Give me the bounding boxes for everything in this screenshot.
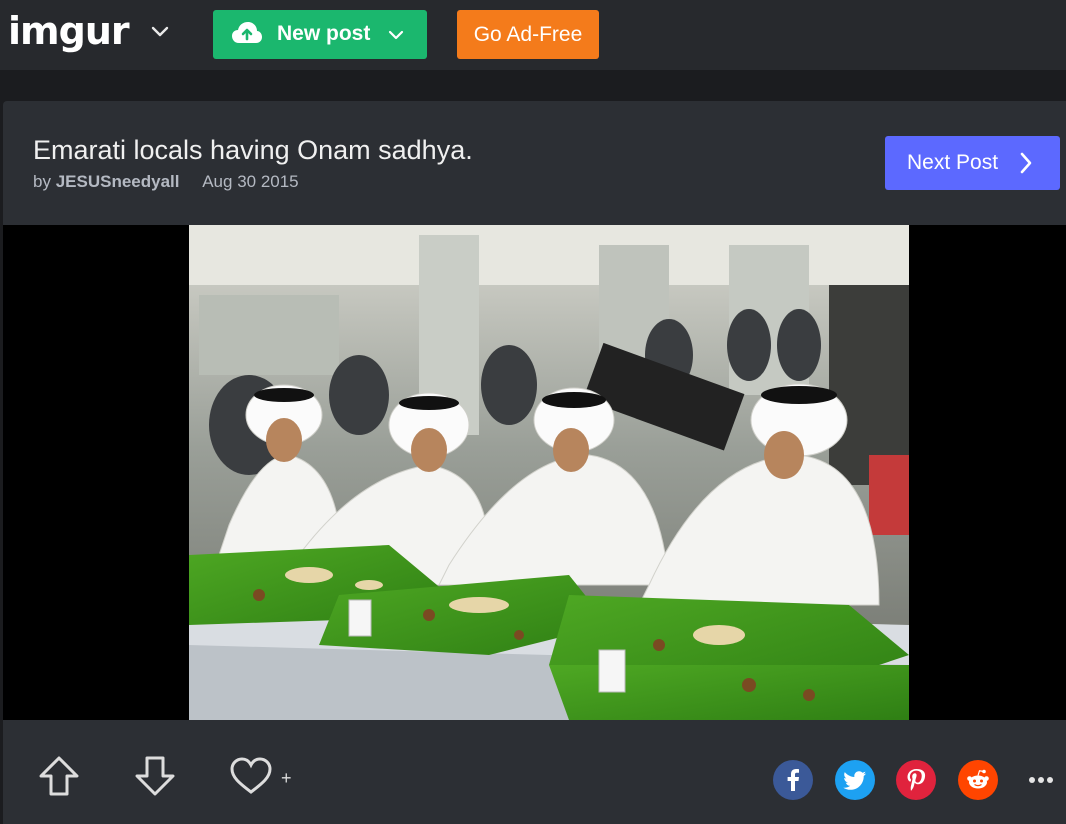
ad-free-label: Go Ad-Free	[473, 22, 583, 46]
pinterest-icon	[907, 769, 926, 791]
next-post-button[interactable]: Next Post	[885, 136, 1060, 190]
upvote-arrow-up-icon[interactable]	[37, 754, 81, 798]
top-bar: imgur New post Go Ad-Free	[0, 0, 1066, 70]
post-date: Aug 30 2015	[202, 172, 299, 191]
chevron-right-icon	[1020, 152, 1032, 174]
media-area	[3, 225, 1066, 720]
favorite-heart-icon[interactable]	[229, 757, 273, 795]
cloud-upload-icon	[232, 22, 262, 43]
imgur-logo[interactable]: imgur	[8, 6, 130, 56]
post-title: Emarati locals having Onam sadhya.	[33, 135, 473, 165]
downvote-arrow-down-icon[interactable]	[133, 754, 177, 798]
logo-text: imgur	[8, 9, 130, 53]
post-panel: Emarati locals having Onam sadhya. by JE…	[3, 101, 1066, 824]
new-post-button[interactable]: New post	[213, 10, 427, 59]
next-post-label: Next Post	[907, 151, 999, 174]
share-twitter-button[interactable]	[835, 760, 875, 800]
by-label: by	[33, 172, 51, 191]
new-post-label: New post	[277, 22, 371, 45]
share-reddit-button[interactable]	[958, 760, 998, 800]
share-pinterest-button[interactable]	[896, 760, 936, 800]
post-image[interactable]	[189, 225, 909, 720]
favorite-plus[interactable]: +	[281, 768, 292, 789]
author-link[interactable]: JESUSneedyall	[56, 172, 180, 191]
more-dots-icon[interactable]	[1028, 774, 1056, 786]
reddit-icon	[967, 769, 989, 789]
chevron-down-icon[interactable]	[150, 22, 170, 42]
share-facebook-button[interactable]	[773, 760, 813, 800]
new-post-chevron-down-icon[interactable]	[387, 27, 405, 43]
post-meta: by JESUSneedyall Aug 30 2015	[33, 172, 299, 192]
facebook-icon	[787, 769, 799, 791]
go-ad-free-button[interactable]: Go Ad-Free	[457, 10, 599, 59]
twitter-icon	[843, 771, 866, 790]
